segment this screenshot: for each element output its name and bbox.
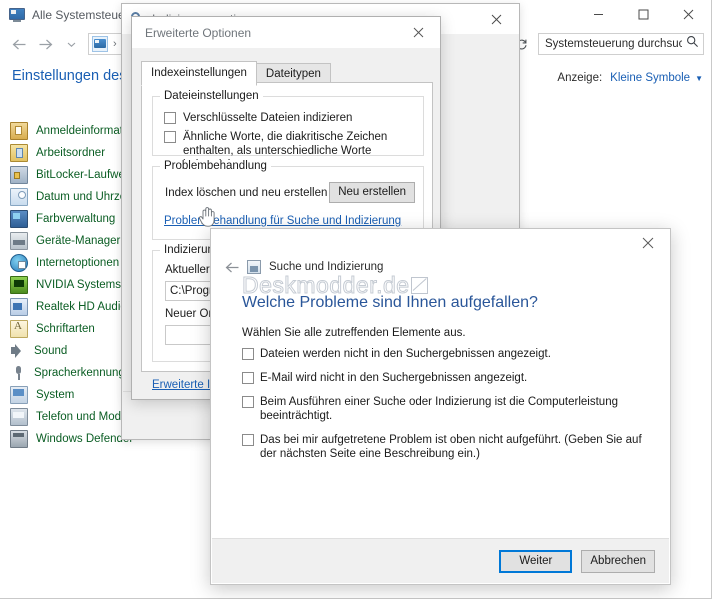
wizard-option-performance[interactable]: Beim Ausführen einer Suche oder Indizier… <box>242 395 662 423</box>
sound-icon <box>10 343 26 359</box>
breadcrumb-separator: › <box>113 38 117 50</box>
realtek-icon <box>10 298 28 316</box>
back-arrow-icon[interactable] <box>6 31 32 57</box>
troubleshoot-search-indexing-link[interactable]: Problembehandlung für Suche und Indizier… <box>164 215 401 227</box>
wizard-option-files-not-shown[interactable]: Dateien werden nicht in den Suchergebnis… <box>242 347 662 361</box>
wizard-option-label: Das bei mir aufgetretene Problem ist obe… <box>260 434 642 460</box>
forward-arrow-icon[interactable] <box>32 31 58 57</box>
wizard-option-label: E-Mail wird nicht in den Suchergebnissen… <box>260 372 528 384</box>
wizard-footer: Weiter Abbrechen <box>212 538 669 583</box>
checkbox-encrypted-files[interactable] <box>164 112 176 124</box>
checkbox-row-encrypted-files[interactable]: Verschlüsselte Dateien indizieren <box>164 111 414 125</box>
list-item-label: Geräte-Manager <box>36 235 121 247</box>
fonts-icon <box>10 320 28 338</box>
cancel-button[interactable]: Abbrechen <box>581 549 655 573</box>
list-item-label: Farbverwaltung <box>36 213 116 225</box>
wizard-option-label: Beim Ausführen einer Suche oder Indizier… <box>260 396 618 422</box>
close-icon[interactable] <box>666 0 711 29</box>
work-folders-icon <box>10 144 28 162</box>
tab-indexeinstellungen[interactable]: Indexeinstellungen <box>141 61 257 86</box>
search-icon <box>686 35 699 53</box>
checkbox-diacritics[interactable] <box>164 131 176 143</box>
wizard-header: Suche und Indizierung <box>219 256 383 278</box>
wizard-heading: Welche Probleme sind Ihnen aufgefallen? <box>242 294 538 311</box>
wizard-option-other[interactable]: Das bei mir aufgetretene Problem ist obe… <box>242 433 650 461</box>
close-icon[interactable] <box>474 4 519 34</box>
search-input[interactable] <box>543 37 684 51</box>
chevron-down-icon[interactable]: ▼ <box>695 74 703 83</box>
wizard-header-title: Suche und Indizierung <box>269 261 384 273</box>
speech-icon <box>10 365 26 381</box>
checkbox-performance[interactable] <box>242 396 254 408</box>
maximize-icon[interactable] <box>621 0 666 29</box>
phone-modem-icon <box>10 408 28 426</box>
list-item-label: System <box>36 389 75 401</box>
wizard-option-list: Dateien werden nicht in den Suchergebnis… <box>242 347 662 471</box>
search-box[interactable] <box>538 33 704 55</box>
nvidia-icon <box>10 276 28 294</box>
screen: Alle Systemsteuerungselemente › Systemst… <box>0 0 712 599</box>
list-item-label: Datum und Uhrzeit <box>36 191 132 203</box>
list-item-label: Internetoptionen <box>36 257 120 269</box>
breadcrumb-control-panel-icon <box>92 36 108 52</box>
back-arrow-icon[interactable] <box>219 256 245 278</box>
wizard-option-label: Dateien werden nicht in den Suchergebnis… <box>260 348 551 360</box>
search-indexing-wizard: Suche und Indizierung Welche Probleme si… <box>210 228 671 585</box>
clock-icon <box>10 188 28 206</box>
wizard-option-email-not-shown[interactable]: E-Mail wird nicht in den Suchergebnissen… <box>242 371 662 385</box>
control-panel-icon <box>9 7 25 23</box>
checkbox-files-not-shown[interactable] <box>242 348 254 360</box>
advanced-options-titlebar: Erweiterte Optionen <box>132 17 440 48</box>
chevron-down-icon[interactable] <box>58 31 84 57</box>
view-selector[interactable]: Anzeige: Kleine Symbole ▼ <box>557 72 703 84</box>
view-label: Anzeige: <box>557 72 603 84</box>
internet-options-icon <box>10 254 28 272</box>
search-indexing-icon <box>247 260 261 274</box>
rebuild-index-label: Index löschen und neu erstellen <box>165 187 328 199</box>
rebuild-index-button[interactable]: Neu erstellen <box>329 182 415 203</box>
list-item-label: Schriftarten <box>36 323 95 335</box>
defender-icon <box>10 430 28 448</box>
wizard-subheading: Wählen Sie alle zutreffenden Elemente au… <box>242 327 466 339</box>
list-item-label: Arbeitsordner <box>36 147 106 159</box>
checkbox-email-not-shown[interactable] <box>242 372 254 384</box>
credentials-icon <box>10 122 28 140</box>
close-icon[interactable] <box>625 229 670 257</box>
list-item-label: Sound <box>34 345 68 357</box>
file-settings-group: Dateieinstellungen Verschlüsselte Dateie… <box>152 90 424 171</box>
advanced-options-title: Erweiterte Optionen <box>145 25 252 40</box>
checkbox-other[interactable] <box>242 434 254 446</box>
file-settings-legend: Dateieinstellungen <box>160 90 263 102</box>
color-management-icon <box>10 210 28 228</box>
minimize-icon[interactable] <box>576 0 621 29</box>
device-manager-icon <box>10 232 28 250</box>
window-controls <box>576 0 711 29</box>
troubleshooting-legend: Problembehandlung <box>160 160 271 172</box>
view-value[interactable]: Kleine Symbole <box>610 72 690 84</box>
bitlocker-icon <box>10 166 28 184</box>
list-item-label: Spracherkennung <box>34 367 125 379</box>
checkbox-label: Verschlüsselte Dateien indizieren <box>183 112 353 124</box>
close-icon[interactable] <box>397 17 440 48</box>
next-button[interactable]: Weiter <box>499 549 573 573</box>
system-icon <box>10 386 28 404</box>
list-item-label: Windows Defender <box>36 433 134 445</box>
wizard-titlebar <box>211 229 670 257</box>
